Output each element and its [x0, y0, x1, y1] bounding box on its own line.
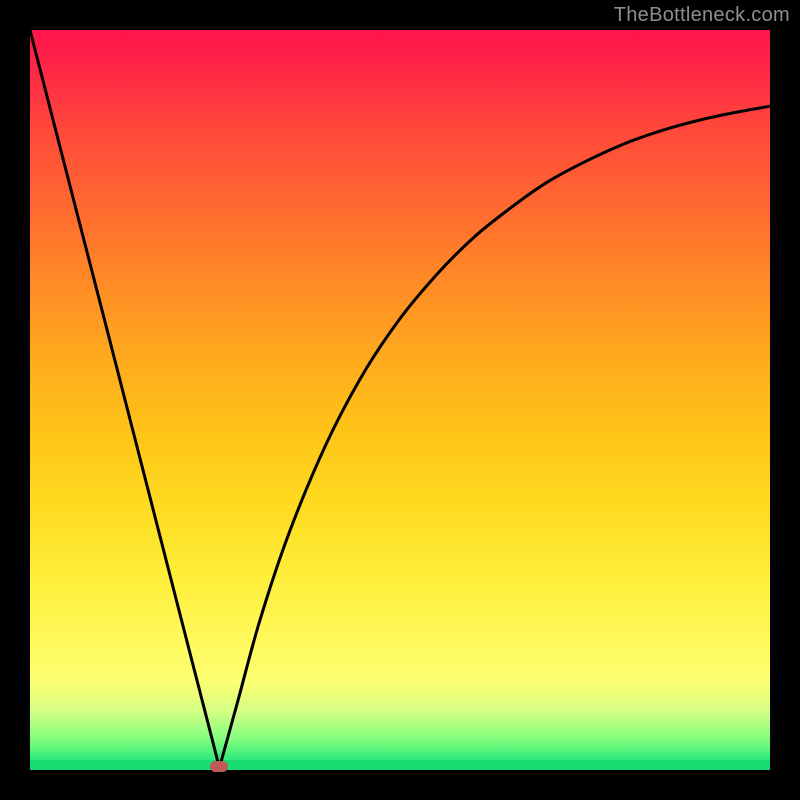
- plot-area: [30, 30, 770, 770]
- watermark-text: TheBottleneck.com: [614, 4, 790, 27]
- curve-left-branch: [30, 30, 219, 768]
- curve-right-branch: [219, 106, 770, 768]
- chart-frame: TheBottleneck.com: [0, 0, 800, 800]
- optimum-marker: [210, 761, 228, 772]
- curve-layer: [30, 30, 770, 770]
